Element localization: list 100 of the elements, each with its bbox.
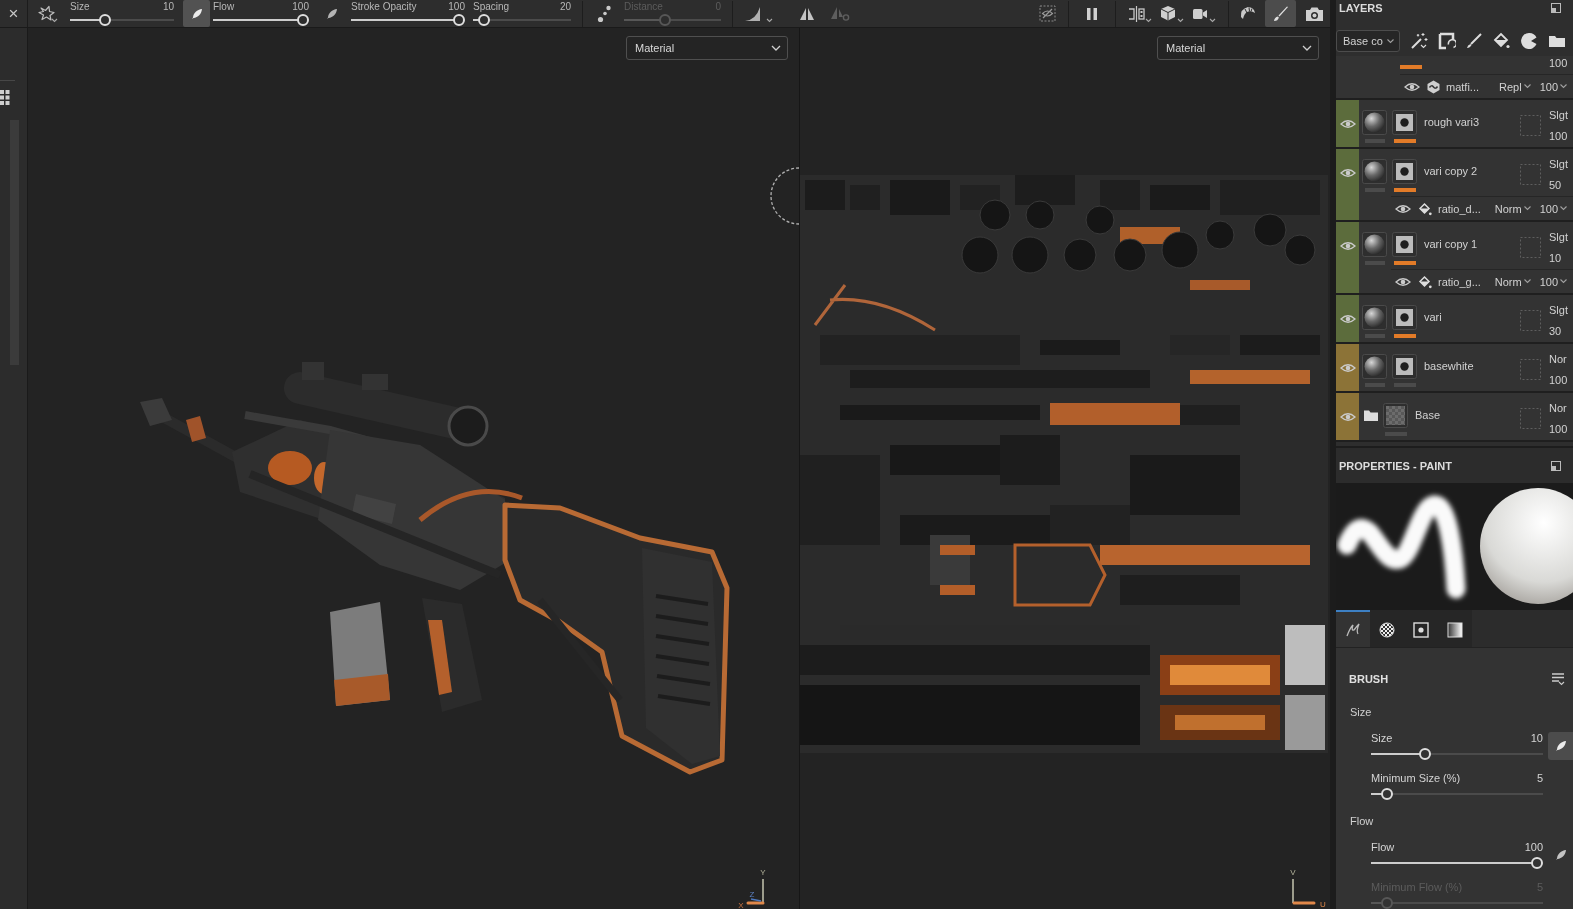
effect-name: ratio_d... [1438,202,1482,215]
axis-label: U [1320,900,1326,909]
slider-value: 10 [1530,731,1543,745]
section-title: BRUSH [1349,673,1389,685]
fill-bucket-icon[interactable] [1418,274,1432,289]
opacity-value: 100 [1549,129,1569,143]
slider-value: 100 [448,1,465,12]
blend-mode-label: Slgt [1549,108,1569,122]
eye-icon[interactable] [1339,314,1356,324]
expand-icon[interactable] [1551,460,1561,471]
slider-label: Flow [213,1,235,12]
group-label: Flow [1350,814,1374,829]
slider-label: Size [1371,731,1393,745]
sphere-icon[interactable] [1362,305,1387,330]
fill-bucket-icon[interactable] [1418,201,1432,216]
cube-icon[interactable] [1160,4,1184,23]
slider-track[interactable] [1371,788,1543,800]
hidden-eye-icon[interactable] [1039,5,1056,22]
slider-label: Stroke Opacity [351,1,417,12]
split-view-icon[interactable] [1128,4,1152,23]
axis-label: Z [749,890,755,899]
opacity-value: 30 [1549,324,1563,338]
blend-mode-label: Slgt [1549,303,1569,317]
slider-track[interactable] [473,14,571,26]
square-arrow-icon[interactable] [1438,32,1456,50]
slider-label: Minimum Size (%) [1371,771,1461,785]
opacity-dropdown[interactable]: 100 [1539,275,1567,288]
layer-name: rough vari3 [1424,115,1480,130]
channel-dropdown[interactable]: Base co [1336,30,1400,52]
layer-name: basewhite [1424,359,1474,374]
layer-name: vari copy 1 [1424,237,1478,252]
slider-track[interactable] [70,14,174,26]
folder-icon[interactable] [1548,34,1566,48]
folder-icon[interactable] [1363,409,1379,422]
dotted-path-icon[interactable] [597,4,612,23]
paintbrush-icon [1272,5,1289,22]
eye-icon[interactable] [1395,203,1411,214]
pressure-toggle[interactable] [1548,731,1573,760]
fill-bucket-icon[interactable] [1492,32,1510,50]
view-mode-dropdown[interactable]: Material [1157,36,1319,60]
blend-mode-label: Nor [1549,401,1568,415]
pressure-toggle[interactable] [183,0,210,27]
layer-name: Base [1415,408,1441,423]
pen-nib-icon [325,7,338,20]
caret-icon [1560,84,1567,89]
axis-label: Y [760,868,766,877]
hexagon-wave-icon[interactable] [1427,79,1440,94]
view-mode-dropdown[interactable]: Material [626,36,788,60]
properties-tab[interactable] [1438,610,1472,647]
star-icon[interactable] [37,3,59,24]
magic-wand-icon[interactable] [1410,32,1428,50]
group-label: Size [1350,705,1372,720]
mode-tab[interactable] [1265,0,1296,27]
caret-icon [1560,279,1567,284]
effect-name: ratio_g... [1438,275,1482,288]
slider-track[interactable] [1371,857,1543,869]
pen-nib-icon [190,7,203,20]
slider-value: 20 [559,1,571,12]
checker-icon[interactable] [1383,403,1408,428]
blend-dropdown[interactable]: Repl [1499,80,1531,93]
slider-value: 100 [292,1,309,12]
slider-track[interactable] [351,14,465,26]
opacity-dropdown[interactable]: 100 [1539,202,1567,215]
expand-icon[interactable] [1551,3,1561,13]
close-button[interactable]: × [0,0,28,27]
slider-track[interactable] [624,14,721,26]
blend-dropdown[interactable]: Norm [1494,275,1531,288]
sphere-icon[interactable] [1362,159,1387,184]
eye-icon[interactable] [1395,276,1411,287]
chevron-down-icon [771,45,781,51]
sphere-icon[interactable] [1362,354,1387,379]
mirrored-triangles-icon[interactable] [799,6,815,21]
dot-square-icon [1413,621,1429,638]
slider-value: 100 [1524,840,1543,854]
pause-icon[interactable] [1086,6,1098,21]
eye-icon[interactable] [1339,168,1356,178]
eye-icon[interactable] [1404,81,1420,92]
opacity-value: 100 [1549,422,1569,436]
eye-icon[interactable] [1339,119,1356,129]
eye-icon[interactable] [1339,241,1356,251]
layer-name: vari copy 2 [1424,164,1478,179]
slider-track[interactable] [1371,897,1543,909]
sphere-icon[interactable] [1362,110,1387,135]
properties-tab[interactable] [1370,610,1404,647]
blend-mode-label: Slgt [1549,157,1569,171]
axis-gizmo-drawing [1292,878,1316,905]
caret-icon [1523,206,1531,211]
brush-cursor-icon [770,167,799,225]
slider-track[interactable] [213,14,309,26]
grid-icon[interactable] [0,90,10,105]
slider-value: 10 [162,1,174,12]
opacity-value: 100 [1549,56,1569,70]
brush-icon[interactable] [1466,33,1482,49]
slider-track[interactable] [1371,748,1543,760]
blend-dropdown[interactable]: Norm [1494,202,1531,215]
properties-tab[interactable] [1336,610,1370,647]
list-menu-icon[interactable] [1551,672,1565,686]
opacity-dropdown[interactable]: 100 [1539,80,1567,93]
sphere-icon[interactable] [1362,232,1387,257]
caret-icon [1523,84,1531,89]
